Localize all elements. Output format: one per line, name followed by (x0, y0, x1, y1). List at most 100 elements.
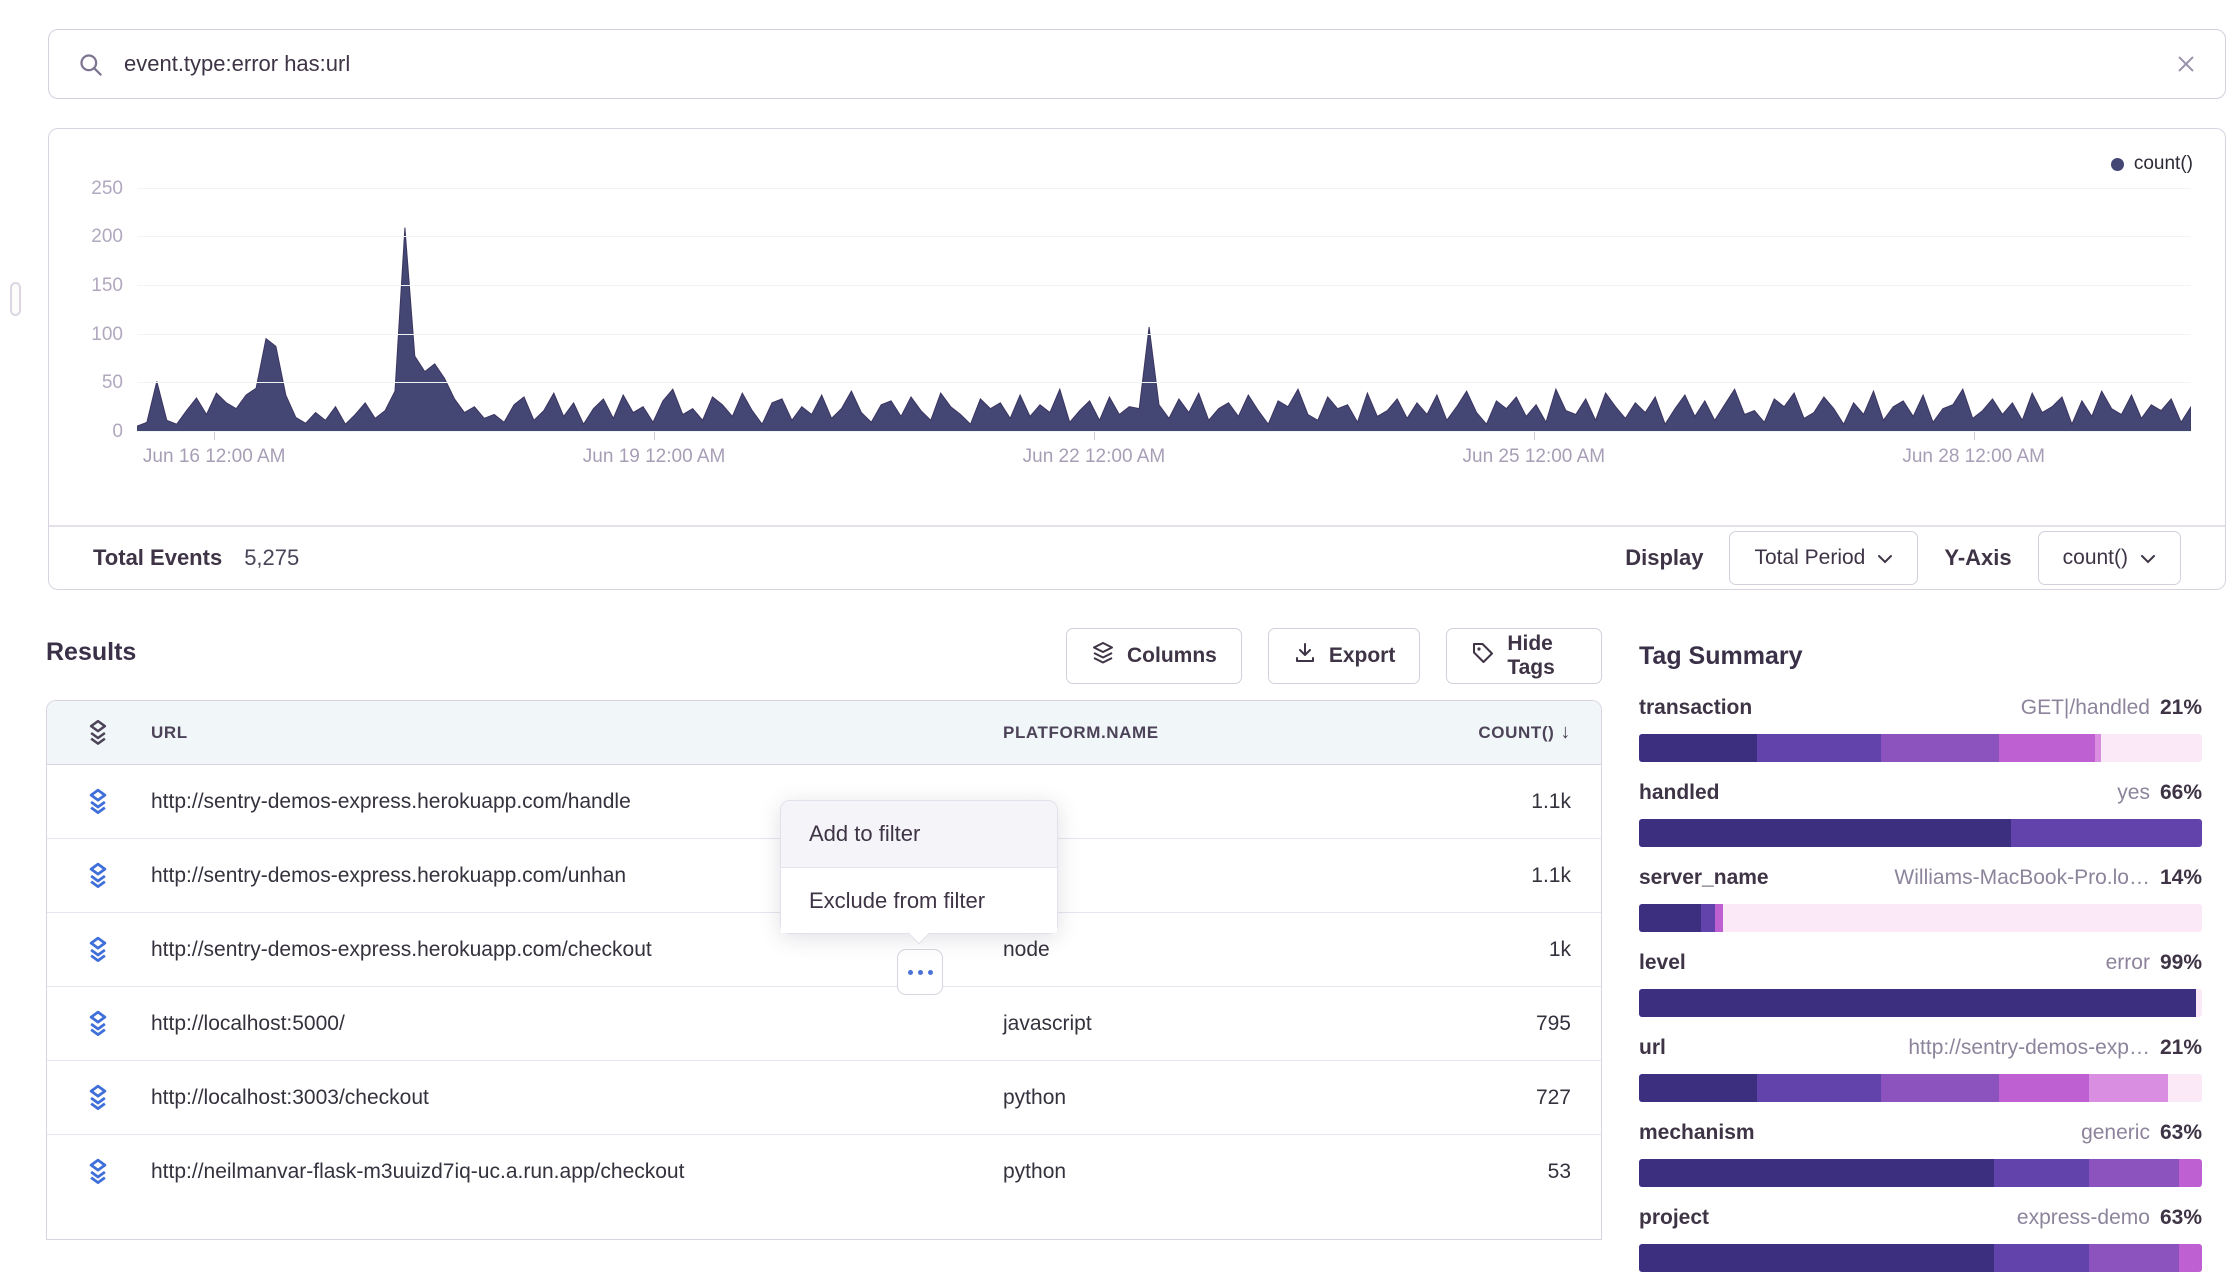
table-row[interactable]: http://localhost:3003/checkout python 727 (47, 1061, 1601, 1135)
tag-bar-segment[interactable] (1639, 734, 1757, 762)
tag-distribution-bar[interactable] (1639, 989, 2202, 1017)
stack-icon[interactable] (83, 718, 113, 748)
count-cell[interactable]: 53 (1548, 1160, 1571, 1184)
stack-icon[interactable] (83, 1157, 113, 1187)
tag-bar-segment[interactable] (1701, 904, 1715, 932)
tag-row-handled: handledyes66% (1639, 781, 2202, 847)
area-series-path (137, 228, 2191, 432)
tag-bar-segment[interactable] (2089, 1244, 2179, 1272)
results-table: URL PLATFORM.NAME COUNT() ↓ http://sentr… (46, 700, 1602, 1240)
column-header-platform[interactable]: PLATFORM.NAME (1003, 723, 1159, 743)
area-chart-canvas[interactable] (137, 179, 2191, 432)
count-cell[interactable]: 727 (1536, 1086, 1571, 1110)
tag-bar-segment[interactable] (1881, 1074, 1999, 1102)
chart-plot[interactable]: 050100150200250Jun 16 12:00 AMJun 19 12:… (137, 179, 2191, 432)
display-label: Display (1625, 545, 1703, 571)
platform-cell[interactable]: python (1003, 1086, 1066, 1110)
legend-dot (2111, 158, 2124, 171)
url-cell[interactable]: http://sentry-demos-express.herokuapp.co… (151, 938, 981, 962)
column-header-count[interactable]: COUNT() ↓ (1478, 721, 1571, 744)
display-dropdown[interactable]: Total Period (1729, 531, 1918, 585)
stack-icon[interactable] (83, 787, 113, 817)
tag-bar-segment[interactable] (1639, 1244, 1994, 1272)
tag-distribution-bar[interactable] (1639, 1074, 2202, 1102)
search-icon (77, 51, 104, 78)
tag-bar-segment[interactable] (1639, 1074, 1757, 1102)
column-header-url[interactable]: URL (151, 723, 188, 743)
tag-bar-segment[interactable] (1715, 904, 1723, 932)
y-axis-tick-label: 50 (63, 373, 123, 392)
tag-bar-segment[interactable] (2179, 1159, 2202, 1187)
x-axis-tick (1094, 432, 1095, 440)
stack-icon[interactable] (83, 935, 113, 965)
table-row[interactable]: http://localhost:5000/javascript 795 (47, 987, 1601, 1061)
tag-bar-segment[interactable] (1881, 734, 1999, 762)
tag-bar-segment[interactable] (1757, 1074, 1881, 1102)
platform-cell[interactable]: node (1003, 938, 1050, 962)
tag-row-transaction: transactionGET|/handled21% (1639, 696, 2202, 762)
yaxis-dropdown[interactable]: count() (2038, 531, 2181, 585)
tag-bar-segment[interactable] (1639, 1159, 1994, 1187)
tag-top-percent: 63% (2160, 1206, 2202, 1230)
tag-bar-segment[interactable] (1999, 1074, 2089, 1102)
tag-bar-segment[interactable] (1639, 904, 1701, 932)
table-row[interactable]: http://neilmanvar-flask-m3uuizd7iq-uc.a.… (47, 1135, 1601, 1209)
url-cell[interactable]: http://localhost:3003/checkout (151, 1086, 981, 1110)
menu-item-add-to-filter[interactable]: Add to filter (781, 801, 1057, 867)
results-actions: Columns Export Hide Tags (1066, 628, 1602, 684)
tag-distribution-bar[interactable] (1639, 734, 2202, 762)
search-input[interactable]: event.type:error has:url (124, 51, 2175, 77)
tag-bar-segment[interactable] (2168, 1074, 2202, 1102)
sidebar-collapse-handle[interactable] (10, 282, 21, 316)
tag-bar-segment[interactable] (1994, 1159, 2090, 1187)
platform-cell[interactable]: javascript (1003, 1012, 1092, 1036)
count-cell[interactable]: 1k (1549, 938, 1571, 962)
tag-top-percent: 21% (2160, 1036, 2202, 1060)
chart-legend[interactable]: count() (2111, 153, 2193, 175)
tag-bar-segment[interactable] (1639, 819, 2011, 847)
tag-name: mechanism (1639, 1121, 1755, 1145)
close-icon[interactable] (2175, 53, 2197, 75)
search-bar[interactable]: event.type:error has:url (48, 29, 2226, 99)
chevron-down-icon (2140, 554, 2156, 564)
tag-bar-segment[interactable] (1999, 734, 2095, 762)
cell-actions-button[interactable] (897, 949, 943, 995)
tag-bar-segment[interactable] (2196, 989, 2202, 1017)
tag-top-percent: 63% (2160, 1121, 2202, 1145)
columns-button[interactable]: Columns (1066, 628, 1242, 684)
platform-cell[interactable]: python (1003, 1160, 1066, 1184)
tag-distribution-bar[interactable] (1639, 1244, 2202, 1272)
url-cell[interactable]: http://neilmanvar-flask-m3uuizd7iq-uc.a.… (151, 1160, 981, 1184)
stack-icon[interactable] (83, 1009, 113, 1039)
tag-summary: Tag Summary transactionGET|/handled21%ha… (1639, 642, 2202, 671)
export-button[interactable]: Export (1268, 628, 1421, 684)
tag-distribution-bar[interactable] (1639, 1159, 2202, 1187)
hide-tags-button[interactable]: Hide Tags (1446, 628, 1602, 684)
tag-bar-segment[interactable] (2089, 1159, 2179, 1187)
count-cell[interactable]: 795 (1536, 1012, 1571, 1036)
tag-bar-segment[interactable] (2011, 819, 2202, 847)
stack-icon[interactable] (83, 861, 113, 891)
tag-bar-segment[interactable] (2101, 734, 2202, 762)
tag-bar-segment[interactable] (1639, 989, 2196, 1017)
y-axis-tick-label: 250 (63, 179, 123, 198)
gridline (137, 236, 2191, 237)
tag-row-url: urlhttp://sentry-demos-exp…21% (1639, 1036, 2202, 1102)
tag-bar-segment[interactable] (1757, 734, 1881, 762)
stack-icon[interactable] (83, 1083, 113, 1113)
export-icon (1293, 641, 1317, 671)
count-cell[interactable]: 1.1k (1531, 864, 1571, 888)
tag-bar-segment[interactable] (2089, 1074, 2168, 1102)
tag-distribution-bar[interactable] (1639, 904, 2202, 932)
tag-bar-segment[interactable] (1723, 904, 2202, 932)
tag-distribution-bar[interactable] (1639, 819, 2202, 847)
url-cell[interactable]: http://localhost:5000/ (151, 1012, 981, 1036)
tag-bar-segment[interactable] (2179, 1244, 2202, 1272)
tag-top-value: Williams-MacBook-Pro.lo… (1894, 866, 2150, 890)
x-axis-tick (1974, 432, 1975, 440)
tag-bar-segment[interactable] (1994, 1244, 2090, 1272)
tag-name: transaction (1639, 696, 1752, 720)
tag-top-value: GET|/handled (2021, 696, 2150, 720)
count-cell[interactable]: 1.1k (1531, 790, 1571, 814)
tag-row-server_name: server_nameWilliams-MacBook-Pro.lo…14% (1639, 866, 2202, 932)
